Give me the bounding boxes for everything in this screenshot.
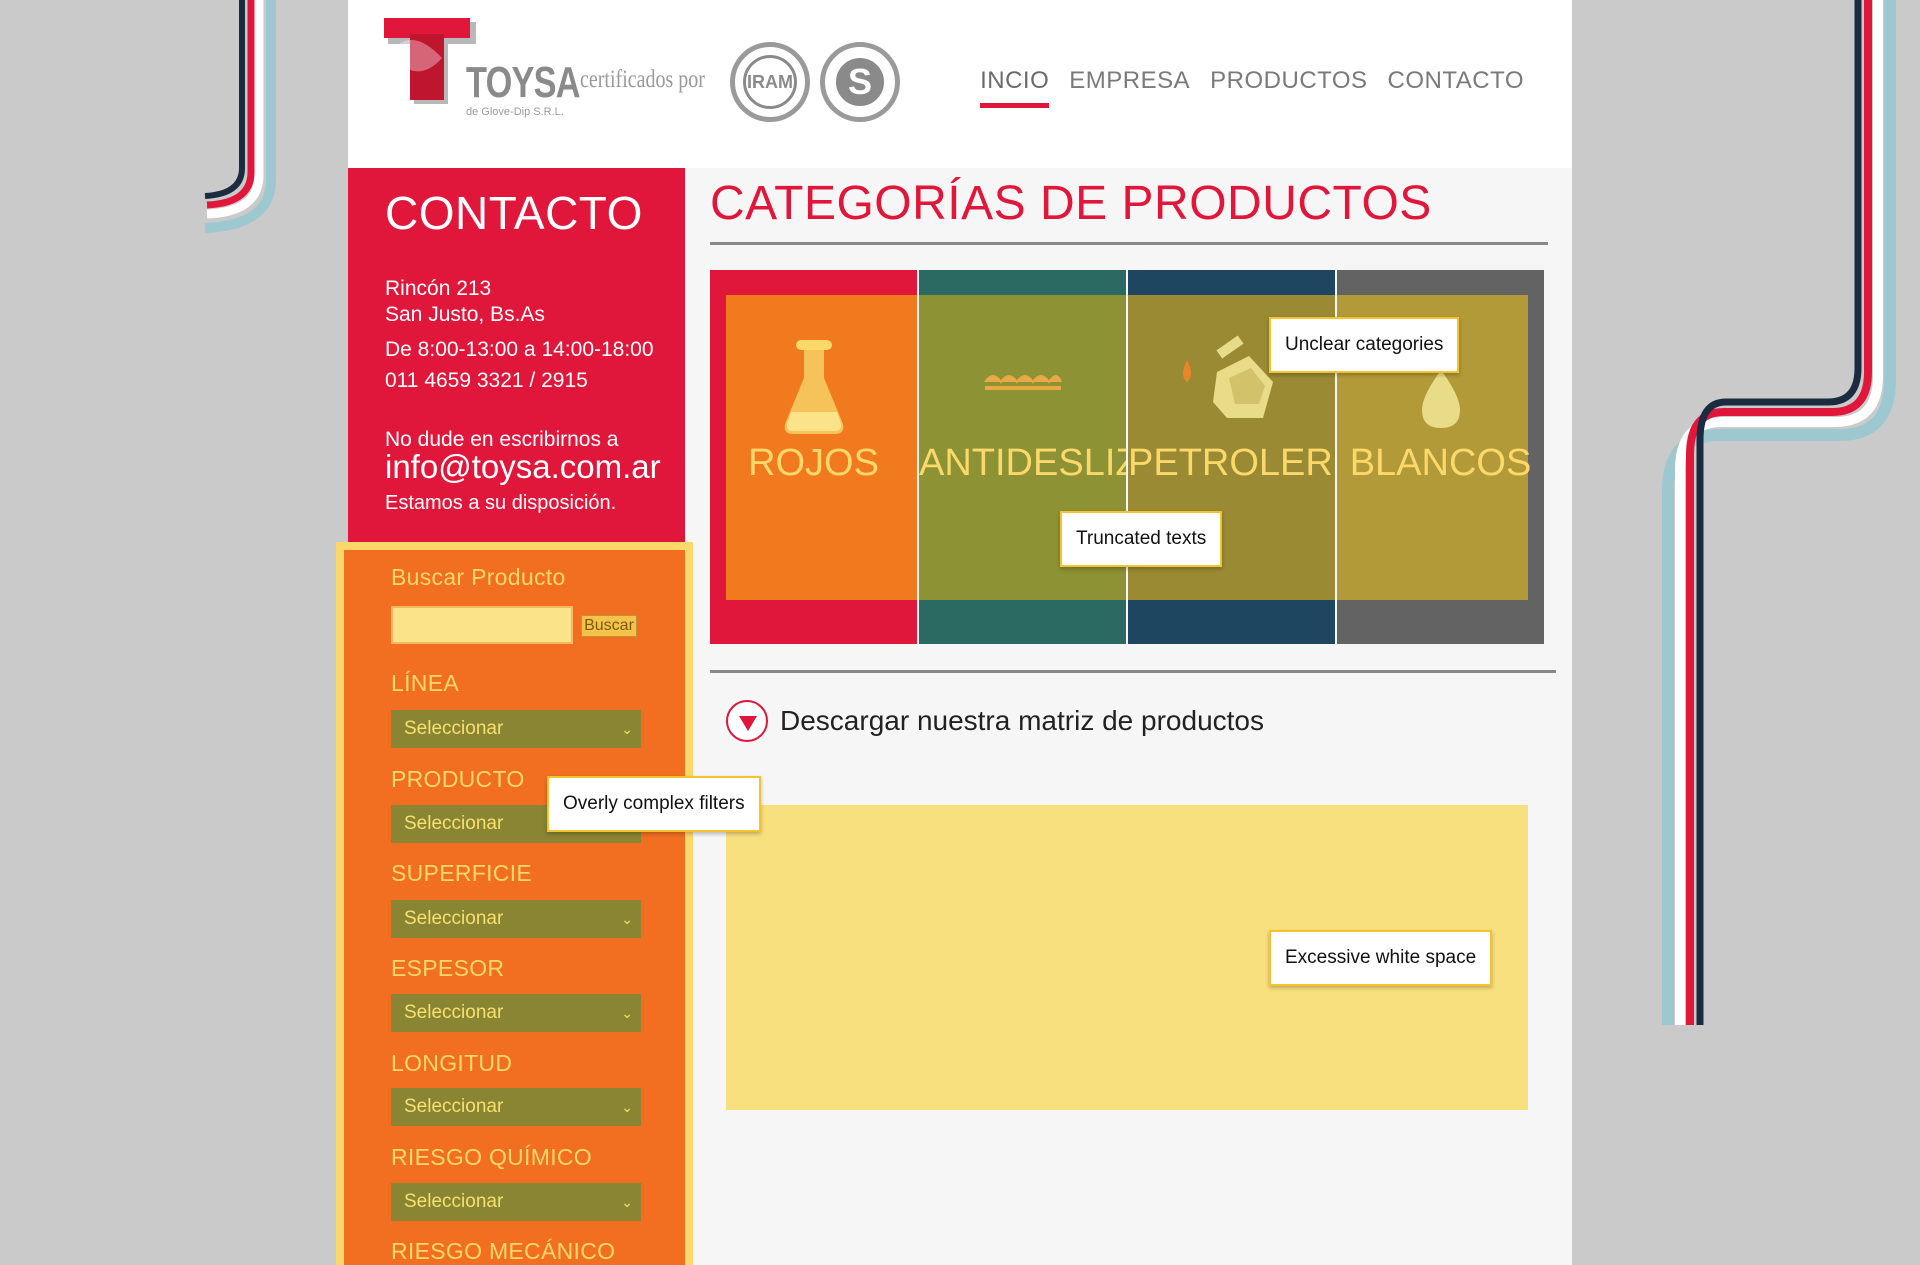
- category-label: ANTIDESLIZ: [919, 442, 1126, 484]
- select-linea[interactable]: Seleccionar ⌄: [391, 710, 641, 748]
- annotation-white-space: Excessive white space: [1269, 930, 1493, 986]
- certified-text: certificados por: [580, 66, 705, 93]
- site-header: TOYSA de Glove-Dip S.R.L. certificados p…: [348, 0, 1572, 168]
- select-riesgo-quimico-value: Seleccionar: [404, 1191, 504, 1212]
- iram-seal: IRAM: [730, 42, 810, 122]
- select-longitud[interactable]: Seleccionar ⌄: [391, 1088, 641, 1126]
- chevron-down-icon: ⌄: [621, 911, 633, 927]
- chevron-down-icon: ⌄: [621, 1194, 633, 1210]
- category-label: PETROLER: [1128, 442, 1333, 484]
- select-superficie-value: Seleccionar: [404, 908, 504, 929]
- nav-productos[interactable]: PRODUCTOS: [1200, 68, 1377, 108]
- s-mark-label: S: [833, 55, 887, 109]
- s-mark-seal: S: [820, 42, 900, 122]
- search-label: Buscar Producto: [391, 564, 566, 590]
- filter-label-espesor: ESPESOR: [391, 955, 505, 981]
- section-divider: [710, 670, 1556, 673]
- iram-seal-label: IRAM: [743, 55, 797, 109]
- contact-panel: CONTACTO Rincón 213 San Justo, Bs.As De …: [348, 168, 685, 542]
- filter-label-longitud: LONGITUD: [391, 1050, 513, 1076]
- select-riesgo-quimico[interactable]: Seleccionar ⌄: [391, 1183, 641, 1221]
- filter-label-riesgo-quimico: RIESGO QUÍMICO: [391, 1144, 592, 1170]
- decorative-ribbon-left: [204, 0, 276, 233]
- filter-label-superficie: SUPERFICIE: [391, 860, 533, 886]
- select-linea-value: Seleccionar: [404, 718, 504, 739]
- download-matrix-link[interactable]: Descargar nuestra matriz de productos: [726, 700, 1264, 742]
- nav-empresa[interactable]: EMPRESA: [1059, 68, 1200, 108]
- select-superficie[interactable]: Seleccionar ⌄: [391, 900, 641, 938]
- brand-name: TOYSA: [466, 58, 580, 107]
- decorative-ribbon-right: [1662, 0, 1896, 1025]
- nav-contacto[interactable]: CONTACTO: [1378, 68, 1534, 108]
- page-container: TOYSA de Glove-Dip S.R.L. certificados p…: [336, 0, 1572, 1265]
- contact-hours: De 8:00-13:00 a 14:00-18:00: [385, 338, 654, 361]
- drop-icon: [1421, 370, 1460, 428]
- contact-phone: 011 4659 3321 / 2915: [385, 369, 588, 392]
- chevron-down-icon: ⌄: [621, 1005, 633, 1021]
- chevron-down-icon: ⌄: [621, 1099, 633, 1115]
- contact-address: Rincón 213 San Justo, Bs.As: [385, 276, 545, 328]
- select-espesor[interactable]: Seleccionar ⌄: [391, 994, 641, 1032]
- select-longitud-value: Seleccionar: [404, 1096, 504, 1117]
- brand-subtitle: de Glove-Dip S.R.L.: [466, 106, 564, 118]
- flask-icon: [784, 340, 843, 434]
- download-matrix-text: Descargar nuestra matriz de productos: [780, 705, 1264, 736]
- title-divider: [710, 242, 1548, 245]
- annotation-complex-filters: Overly complex filters: [547, 776, 761, 832]
- availability-text: Estamos a su disposición.: [385, 492, 617, 514]
- address-line-1: Rincón 213: [385, 277, 492, 300]
- chevron-down-icon: ⌄: [621, 721, 633, 737]
- page-title: CATEGORÍAS DE PRODUCTOS: [710, 177, 1432, 230]
- filter-label-producto: PRODUCTO: [391, 766, 525, 792]
- annotation-truncated-texts: Truncated texts: [1060, 511, 1223, 567]
- select-espesor-value: Seleccionar: [404, 1002, 504, 1023]
- nav-inicio[interactable]: INCIO: [980, 68, 1050, 108]
- contact-hours-phone: De 8:00-13:00 a 14:00-18:00 011 4659 332…: [385, 334, 654, 396]
- main-nav: INCIO EMPRESA PRODUCTOS CONTACTO: [970, 68, 1534, 108]
- product-filter-sidebar: Buscar Producto Buscar LÍNEA Seleccionar…: [336, 542, 693, 1265]
- category-label: ROJOS: [748, 442, 879, 484]
- contact-title: CONTACTO: [385, 187, 643, 239]
- search-input[interactable]: [391, 606, 573, 644]
- category-card-rojos[interactable]: ROJOS: [710, 270, 919, 644]
- filter-label-riesgo-mecanico: RIESGO MECÁNICO: [391, 1238, 616, 1264]
- download-arrow-icon: [726, 700, 768, 742]
- contact-email-link[interactable]: info@toysa.com.ar: [385, 448, 661, 486]
- annotation-unclear-categories: Unclear categories: [1269, 317, 1460, 373]
- select-producto-value: Seleccionar: [404, 813, 504, 834]
- category-label: BLANCOS: [1349, 442, 1532, 484]
- category-card-antideslizante[interactable]: ANTIDESLIZ: [919, 270, 1128, 644]
- address-line-2: San Justo, Bs.As: [385, 303, 545, 326]
- search-button[interactable]: Buscar: [581, 615, 637, 637]
- filter-label-linea: LÍNEA: [391, 670, 459, 696]
